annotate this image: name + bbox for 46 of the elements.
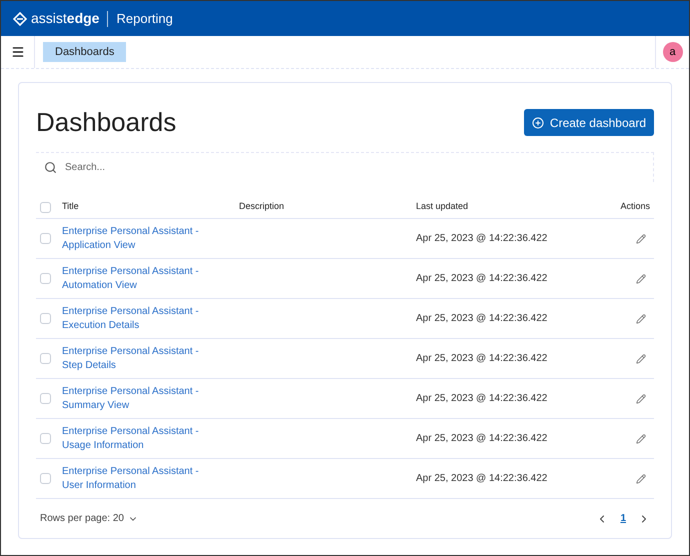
checkbox[interactable] (40, 353, 51, 364)
avatar[interactable]: a (662, 42, 682, 62)
dashboard-link[interactable]: Enterprise Personal Assistant - Summary View (62, 384, 212, 412)
dashboard-link[interactable]: Enterprise Personal Assistant - Execution Details (62, 304, 212, 332)
rows-per-page-dropdown[interactable]: Rows per page: 20 (40, 511, 138, 526)
checkbox[interactable] (40, 433, 51, 444)
pencil-icon (636, 394, 646, 404)
dashboard-link[interactable]: Enterprise Personal Assistant - Step Details (62, 344, 212, 372)
breadcrumb[interactable]: Dashboards (43, 42, 126, 62)
dashboard-link[interactable]: Enterprise Personal Assistant - User Information (62, 464, 212, 492)
column-header: Last updated (416, 200, 470, 214)
menu-icon (10, 45, 24, 59)
checkbox[interactable] (40, 473, 51, 484)
column-header: Description (239, 200, 286, 214)
pencil-icon (636, 474, 646, 484)
logo-icon (13, 12, 27, 26)
logo-text: assistedge (31, 9, 100, 28)
product-name: Reporting (116, 10, 173, 28)
pencil-icon (636, 314, 646, 324)
table-cell-text: Apr 25, 2023 @ 14:22:36.422 (416, 472, 548, 486)
checkbox[interactable] (40, 273, 51, 284)
dashboard-link[interactable]: Enterprise Personal Assistant - Application View (62, 224, 212, 252)
column-header: Actions (620, 200, 651, 214)
table-cell-text: Apr 25, 2023 @ 14:22:36.422 (416, 392, 548, 406)
search-field[interactable]: Search... (65, 160, 645, 175)
checkbox[interactable] (40, 202, 51, 212)
checkbox[interactable] (40, 393, 51, 404)
plus-icon (532, 116, 544, 128)
dashboard-link[interactable]: Enterprise Personal Assistant - Usage Information (62, 424, 212, 452)
table-cell-text: Apr 25, 2023 @ 14:22:36.422 (416, 272, 548, 286)
create-dashboard-button[interactable]: Create dashboard (524, 109, 654, 136)
table-cell-text: Apr 25, 2023 @ 14:22:36.422 (416, 432, 548, 446)
table-cell-text: Apr 25, 2023 @ 14:22:36.422 (416, 352, 548, 366)
page-title: Dashboards (36, 106, 176, 139)
column-header: Title (62, 200, 80, 214)
pencil-icon (636, 234, 646, 244)
pencil-icon (636, 274, 646, 284)
table-cell-text: Apr 25, 2023 @ 14:22:36.422 (416, 312, 548, 326)
pencil-icon (636, 354, 646, 364)
pencil-icon (636, 434, 646, 444)
checkbox[interactable] (40, 233, 51, 244)
page-number[interactable]: 1 (620, 511, 626, 526)
dashboard-link[interactable]: Enterprise Personal Assistant - Automation View (62, 264, 212, 292)
search-icon (44, 161, 57, 174)
checkbox[interactable] (40, 313, 51, 324)
table-cell-text: Apr 25, 2023 @ 14:22:36.422 (416, 232, 548, 246)
